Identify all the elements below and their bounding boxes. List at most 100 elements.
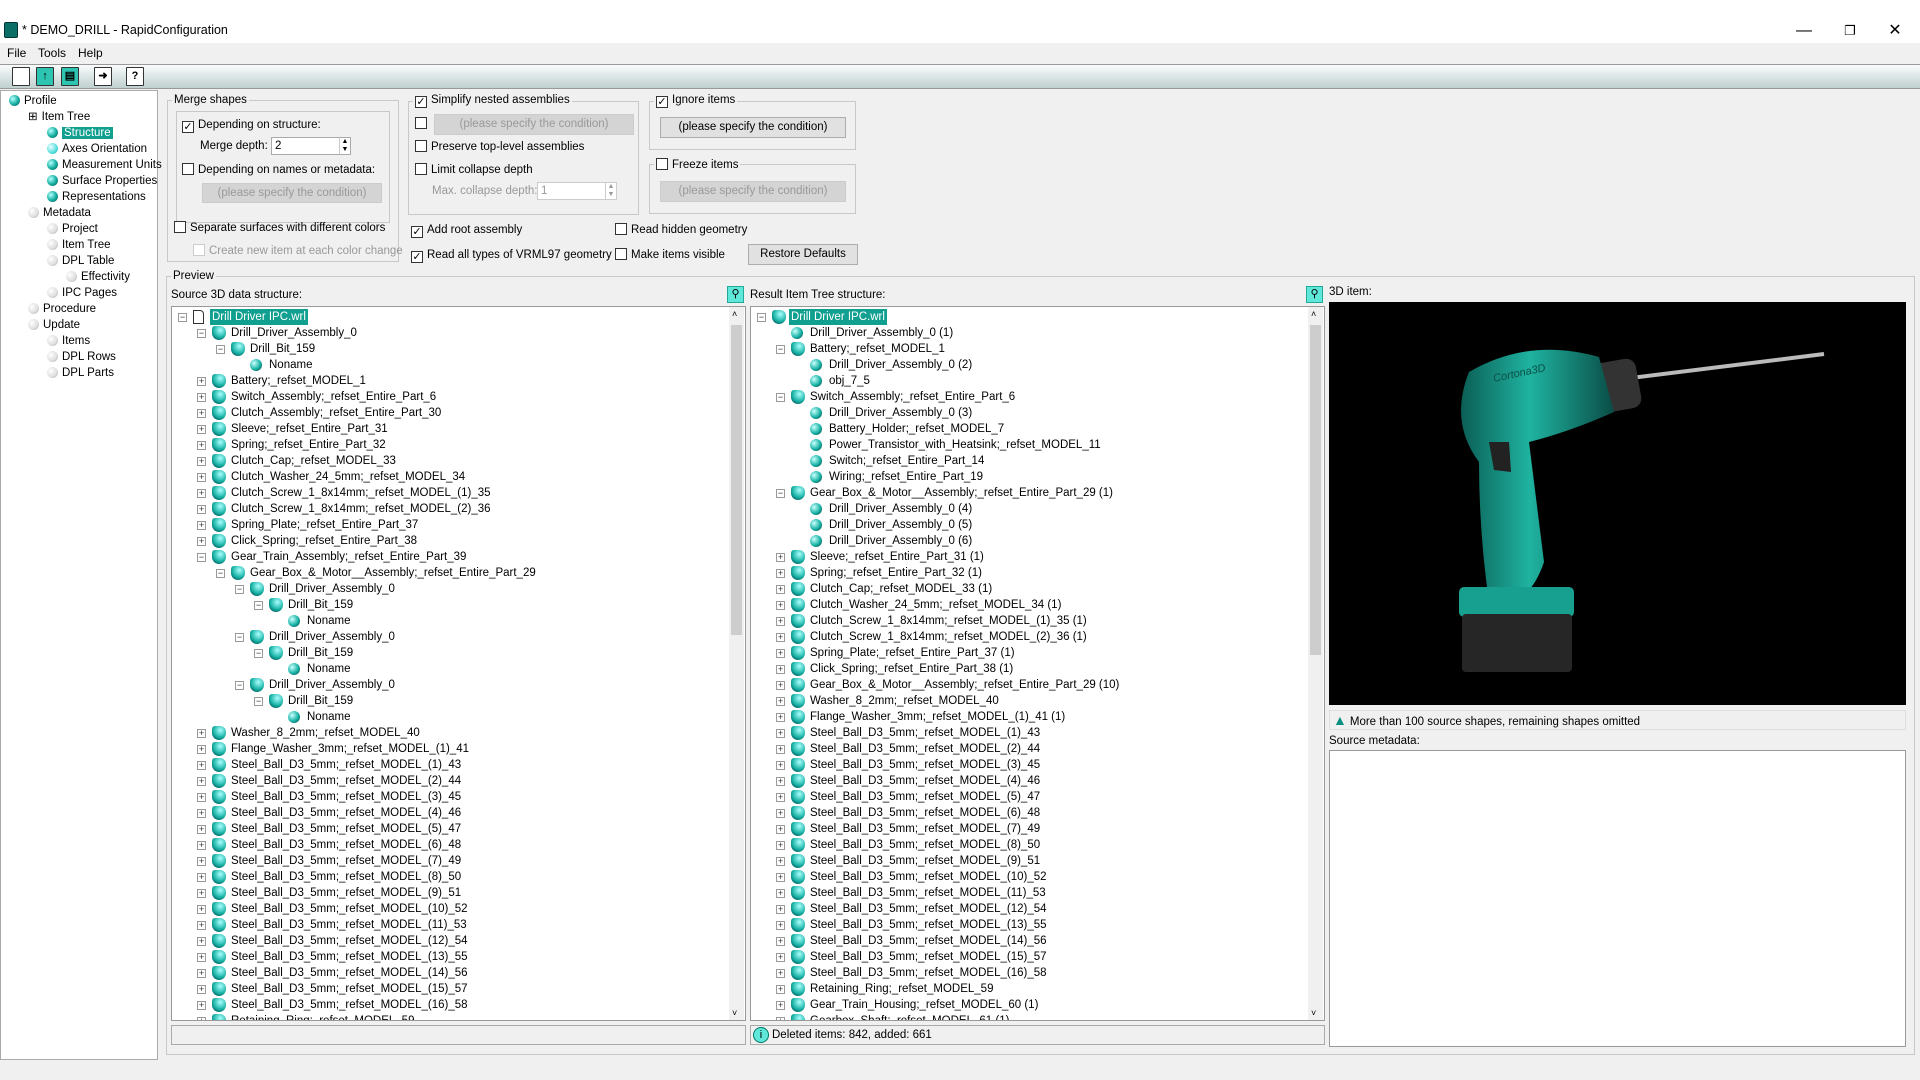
checkbox-box[interactable]: ✓ xyxy=(415,96,427,108)
tree-row[interactable]: + Steel_Ball_D3_5mm;_refset_MODEL_(15)_57 xyxy=(172,981,732,997)
expand-icon[interactable]: + xyxy=(776,985,785,994)
collapse-icon[interactable]: − xyxy=(235,633,244,642)
tree-row[interactable]: + Steel_Ball_D3_5mm;_refset_MODEL_(7)_49 xyxy=(751,821,1311,837)
freeze-items-checkbox[interactable]: Freeze items xyxy=(654,158,740,171)
restore-defaults-button[interactable]: Restore Defaults xyxy=(748,244,858,265)
tree-row[interactable]: + Washer_8_2mm;_refset_MODEL_40 xyxy=(172,725,732,741)
new-icon[interactable] xyxy=(12,67,30,86)
nav-item[interactable]: Surface Properties xyxy=(47,173,157,189)
expand-icon[interactable]: + xyxy=(776,649,785,658)
expand-icon[interactable]: + xyxy=(776,969,785,978)
tree-row[interactable]: Noname xyxy=(172,661,732,677)
expand-icon[interactable]: + xyxy=(197,457,206,466)
tree-row[interactable]: + Steel_Ball_D3_5mm;_refset_MODEL_(8)_50 xyxy=(751,837,1311,853)
tree-row[interactable]: + Clutch_Washer_24_5mm;_refset_MODEL_34 xyxy=(172,469,732,485)
tree-row[interactable]: − Drill_Driver_Assembly_0 xyxy=(172,677,732,693)
result-search-icon[interactable]: ⚲ xyxy=(1306,286,1323,303)
tree-row[interactable]: + Steel_Ball_D3_5mm;_refset_MODEL_(6)_48 xyxy=(751,805,1311,821)
separate-surfaces-checkbox[interactable]: Separate surfaces with different colors xyxy=(174,221,385,235)
import-icon[interactable]: ➜ xyxy=(94,67,112,86)
tree-row[interactable]: + Flange_Washer_3mm;_refset_MODEL_(1)_41 … xyxy=(751,709,1311,725)
tree-row[interactable]: + Steel_Ball_D3_5mm;_refset_MODEL_(4)_46 xyxy=(172,805,732,821)
minimize-button[interactable]: — xyxy=(1784,18,1824,44)
scroll-thumb[interactable] xyxy=(731,325,742,635)
spinner-arrows-icon[interactable]: ▲ ▼ xyxy=(605,183,616,199)
tree-row[interactable]: + Sleeve;_refset_Entire_Part_31 (1) xyxy=(751,549,1311,565)
expand-icon[interactable]: + xyxy=(197,953,206,962)
nav-item[interactable]: Representations xyxy=(47,189,146,205)
tree-row[interactable]: + Clutch_Cap;_refset_MODEL_33 xyxy=(172,453,732,469)
checkbox-box[interactable] xyxy=(656,158,668,170)
tree-row[interactable]: + Steel_Ball_D3_5mm;_refset_MODEL_(13)_55 xyxy=(172,949,732,965)
open-icon[interactable]: ↑ xyxy=(36,67,54,86)
tree-row[interactable]: + Click_Spring;_refset_Entire_Part_38 xyxy=(172,533,732,549)
expand-icon[interactable]: + xyxy=(776,809,785,818)
checkbox-box[interactable]: ✓ xyxy=(656,96,668,108)
simplify-condition-button[interactable]: (please specify the condition) xyxy=(434,114,634,135)
tree-row[interactable]: + Steel_Ball_D3_5mm;_refset_MODEL_(11)_53 xyxy=(172,917,732,933)
nav-item[interactable]: Project xyxy=(47,221,98,237)
nav-item[interactable]: Effectivity xyxy=(66,269,130,285)
nav-item[interactable]: ⊞ Item Tree xyxy=(28,109,90,125)
expand-icon[interactable]: + xyxy=(776,553,785,562)
expand-icon[interactable]: + xyxy=(776,617,785,626)
expand-icon[interactable]: + xyxy=(197,969,206,978)
tree-row[interactable]: Noname xyxy=(172,709,732,725)
tree-row[interactable]: − Drill_Driver_Assembly_0 xyxy=(172,581,732,597)
tree-row[interactable]: + Spring_Plate;_refset_Entire_Part_37 xyxy=(172,517,732,533)
collapse-icon[interactable]: − xyxy=(178,313,187,322)
nav-item[interactable]: Axes Orientation xyxy=(47,141,147,157)
merge-condition-button[interactable]: (please specify the condition) xyxy=(202,183,382,203)
tree-row[interactable]: + Clutch_Screw_1_8x14mm;_refset_MODEL_(2)… xyxy=(751,629,1311,645)
expand-icon[interactable]: + xyxy=(197,761,206,770)
tree-row[interactable]: Switch;_refset_Entire_Part_14 xyxy=(751,453,1311,469)
tree-row[interactable]: + Steel_Ball_D3_5mm;_refset_MODEL_(1)_43 xyxy=(751,725,1311,741)
expand-icon[interactable]: + xyxy=(197,745,206,754)
tree-row[interactable]: + Clutch_Assembly;_refset_Entire_Part_30 xyxy=(172,405,732,421)
tree-row[interactable]: + Steel_Ball_D3_5mm;_refset_MODEL_(9)_51 xyxy=(751,853,1311,869)
expand-icon[interactable]: + xyxy=(776,697,785,706)
tree-row[interactable]: + Steel_Ball_D3_5mm;_refset_MODEL_(15)_57 xyxy=(751,949,1311,965)
tree-row[interactable]: + Gear_Box_&_Motor__Assembly;_refset_Enti… xyxy=(751,677,1311,693)
tree-row[interactable]: Battery_Holder;_refset_MODEL_7 xyxy=(751,421,1311,437)
nav-item[interactable]: Profile xyxy=(9,93,57,109)
tree-row[interactable]: + Steel_Ball_D3_5mm;_refset_MODEL_(3)_45 xyxy=(172,789,732,805)
tree-row[interactable]: + Steel_Ball_D3_5mm;_refset_MODEL_(16)_58 xyxy=(172,997,732,1013)
ignore-items-checkbox[interactable]: ✓ Ignore items xyxy=(654,94,737,108)
tree-row[interactable]: + Steel_Ball_D3_5mm;_refset_MODEL_(14)_56 xyxy=(751,933,1311,949)
expand-icon[interactable]: + xyxy=(197,409,206,418)
expand-icon[interactable]: + xyxy=(776,825,785,834)
collapse-icon[interactable]: − xyxy=(254,649,263,658)
expand-icon[interactable]: + xyxy=(776,921,785,930)
nav-item[interactable]: Item Tree xyxy=(47,237,111,253)
make-items-visible-checkbox[interactable]: Make items visible xyxy=(615,248,725,262)
expand-icon[interactable]: + xyxy=(776,953,785,962)
checkbox-box[interactable] xyxy=(174,221,186,233)
simplify-checkbox[interactable]: ✓ Simplify nested assemblies xyxy=(413,94,572,108)
expand-icon[interactable]: + xyxy=(776,569,785,578)
expand-icon[interactable]: + xyxy=(197,921,206,930)
nav-item[interactable]: Metadata xyxy=(28,205,91,221)
limit-collapse-depth-checkbox[interactable]: Limit collapse depth xyxy=(415,163,533,177)
tree-row[interactable]: + Steel_Ball_D3_5mm;_refset_MODEL_(6)_48 xyxy=(172,837,732,853)
tree-row[interactable]: − Gear_Box_&_Motor__Assembly;_refset_Enti… xyxy=(751,485,1311,501)
tree-row[interactable]: + Clutch_Screw_1_8x14mm;_refset_MODEL_(1)… xyxy=(751,613,1311,629)
tree-row[interactable]: + Steel_Ball_D3_5mm;_refset_MODEL_(5)_47 xyxy=(751,789,1311,805)
tree-row[interactable]: − Drill_Driver_Assembly_0 xyxy=(172,629,732,645)
expand-icon[interactable]: + xyxy=(776,777,785,786)
expand-icon[interactable]: + xyxy=(197,489,206,498)
tree-row[interactable]: + Steel_Ball_D3_5mm;_refset_MODEL_(8)_50 xyxy=(172,869,732,885)
tree-row[interactable]: + Clutch_Screw_1_8x14mm;_refset_MODEL_(2)… xyxy=(172,501,732,517)
tree-row[interactable]: Drill_Driver_Assembly_0 (4) xyxy=(751,501,1311,517)
merge-depth-spinner[interactable]: 2 ▲ ▼ xyxy=(271,137,351,155)
expand-icon[interactable]: + xyxy=(776,713,785,722)
tree-row[interactable]: + Switch_Assembly;_refset_Entire_Part_6 xyxy=(172,389,732,405)
collapse-icon[interactable]: − xyxy=(197,553,206,562)
tree-row[interactable]: + Spring_Plate;_refset_Entire_Part_37 (1) xyxy=(751,645,1311,661)
collapse-icon[interactable]: − xyxy=(776,489,785,498)
expand-icon[interactable]: + xyxy=(197,841,206,850)
tree-row[interactable]: + Gear_Train_Housing;_refset_MODEL_60 (1) xyxy=(751,997,1311,1013)
expand-icon[interactable]: + xyxy=(776,793,785,802)
tree-row[interactable]: Drill_Driver_Assembly_0 (1) xyxy=(751,325,1311,341)
tree-row[interactable]: + Steel_Ball_D3_5mm;_refset_MODEL_(11)_53 xyxy=(751,885,1311,901)
